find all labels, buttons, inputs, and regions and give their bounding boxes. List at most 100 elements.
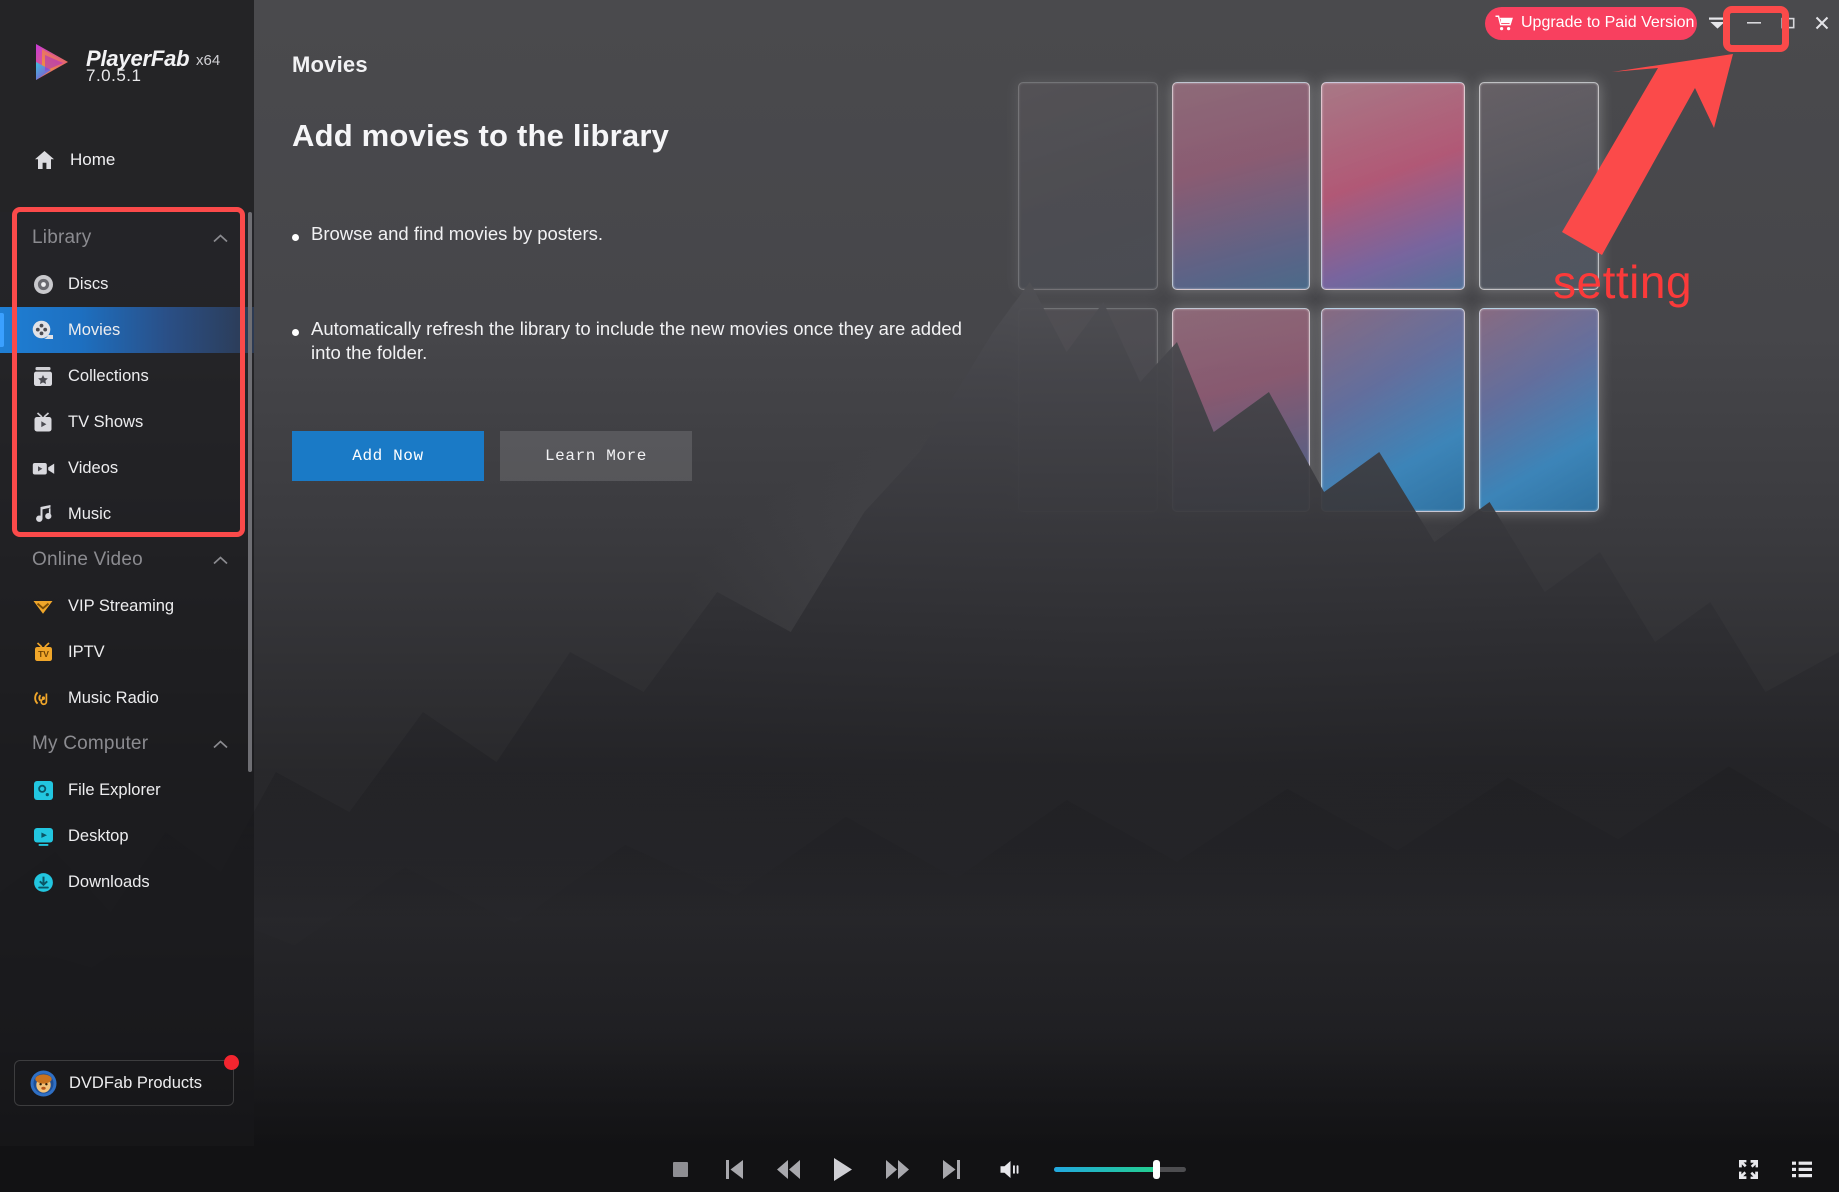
sidebar-item-videos-label: Videos (68, 458, 119, 477)
sidebar-item-iptv[interactable]: TV IPTV (0, 629, 254, 675)
sidebar-item-discs-label: Discs (68, 274, 109, 293)
sidebar-item-music-radio[interactable]: Music Radio (0, 675, 254, 721)
file-explorer-icon (26, 780, 60, 801)
sidebar-item-movies-label: Movies (68, 320, 121, 339)
sidebar-item-home-label: Home (70, 150, 116, 169)
rewind-button[interactable] (762, 1146, 816, 1192)
upgrade-to-paid-version-button[interactable]: Upgrade to Paid Version (1485, 6, 1697, 40)
fullscreen-button[interactable] (1721, 1146, 1775, 1192)
sidebar-group-online-video-header[interactable]: Online Video (0, 537, 254, 583)
learn-more-button[interactable]: Learn More (500, 431, 692, 481)
sidebar: PlayerFab x64 7.0.5.1 Home Library Discs… (0, 0, 254, 1146)
sidebar-item-tv-shows[interactable]: TV Shows (0, 399, 254, 445)
action-button-row: Add Now Learn More (292, 431, 692, 481)
list-item: Automatically refresh the library to inc… (292, 317, 972, 366)
tv-icon (26, 411, 60, 433)
sidebar-group-my-computer: My Computer File Explorer Desktop Downlo… (0, 721, 254, 905)
sidebar-item-music[interactable]: Music (0, 491, 254, 537)
sidebar-item-file-explorer-label: File Explorer (68, 780, 161, 799)
player-transport-controls (0, 1146, 1839, 1192)
chevron-up-icon[interactable] (213, 739, 228, 749)
sidebar-group-library-label: Library (32, 227, 92, 248)
settings-dropdown-button[interactable] (1697, 7, 1737, 39)
stop-button[interactable] (654, 1146, 708, 1192)
playlist-button[interactable] (1775, 1146, 1829, 1192)
fast-forward-button[interactable] (870, 1146, 924, 1192)
sidebar-item-file-explorer[interactable]: File Explorer (0, 767, 254, 813)
volume-slider-handle[interactable] (1153, 1159, 1161, 1179)
list-item: Browse and find movies by posters. (292, 222, 972, 247)
playerfab-play-logo-icon (33, 42, 73, 84)
collections-icon (26, 366, 60, 387)
maximize-button[interactable] (1771, 7, 1805, 39)
page-tab-label: Movies (292, 52, 368, 77)
add-now-button[interactable]: Add Now (292, 431, 484, 481)
sidebar-item-vip-streaming[interactable]: VIP Streaming (0, 583, 254, 629)
sidebar-item-vip-streaming-label: VIP Streaming (68, 596, 175, 615)
sidebar-item-downloads-label: Downloads (68, 872, 150, 891)
chevron-up-icon[interactable] (213, 233, 228, 243)
brand-architecture: x64 (196, 52, 221, 69)
sidebar-item-desktop-label: Desktop (68, 826, 129, 845)
notification-badge-dot (224, 1055, 239, 1070)
minimize-button[interactable] (1737, 7, 1771, 39)
dvdfab-products-button[interactable]: DVDFab Products (14, 1055, 239, 1106)
sidebar-item-videos[interactable]: Videos (0, 445, 254, 491)
sidebar-item-home[interactable]: Home (0, 131, 254, 189)
sidebar-item-downloads[interactable]: Downloads (0, 859, 254, 905)
sidebar-item-movies[interactable]: Movies (0, 307, 254, 353)
sidebar-item-music-radio-label: Music Radio (68, 688, 159, 707)
sidebar-group-online-video-label: Online Video (32, 549, 143, 570)
chevron-up-icon[interactable] (213, 555, 228, 565)
sidebar-group-my-computer-header[interactable]: My Computer (0, 721, 254, 767)
volume-slider[interactable] (1053, 1159, 1186, 1179)
video-camera-icon (26, 460, 60, 477)
sidebar-item-collections[interactable]: Collections (0, 353, 254, 399)
player-control-bar (0, 1146, 1839, 1192)
sidebar-group-online-video: Online Video VIP Streaming TV IPTV Music… (0, 537, 254, 721)
sidebar-group-library: Library Discs Movies Collections TV Show… (0, 215, 254, 537)
close-button[interactable] (1805, 7, 1839, 39)
sidebar-item-discs[interactable]: Discs (0, 261, 254, 307)
sidebar-item-iptv-label: IPTV (68, 642, 105, 661)
playerfab-window: PlayerFab x64 7.0.5.1 Home Library Discs… (0, 0, 1839, 1192)
bullet-text: Automatically refresh the library to inc… (311, 317, 962, 364)
sidebar-group-library-header[interactable]: Library (0, 215, 254, 261)
bullet-dot-icon (292, 234, 299, 241)
sidebar-item-music-label: Music (68, 504, 112, 523)
brand-version: 7.0.5.1 (86, 66, 142, 85)
sidebar-item-collections-label: Collections (68, 366, 149, 385)
feature-bullet-list: Browse and find movies by posters. Autom… (292, 222, 972, 436)
film-reel-icon (26, 320, 60, 341)
dvdfab-mascot-icon (27, 1070, 59, 1097)
dvdfab-products-label: DVDFab Products (69, 1073, 202, 1092)
sidebar-group-my-computer-label: My Computer (32, 733, 149, 754)
previous-track-button[interactable] (708, 1146, 762, 1192)
brand-header: PlayerFab x64 7.0.5.1 (0, 0, 254, 112)
bullet-text: Browse and find movies by posters. (311, 223, 604, 244)
player-right-controls (1721, 1146, 1829, 1192)
music-radio-icon (26, 687, 60, 709)
home-icon (26, 150, 62, 170)
svg-text:TV: TV (38, 649, 49, 659)
bullet-dot-icon (292, 328, 299, 336)
page-title: Add movies to the library (292, 118, 670, 153)
volume-slider-fill (1053, 1166, 1157, 1172)
vip-diamond-icon (26, 597, 60, 615)
iptv-icon: TV (26, 641, 60, 663)
window-titlebar-controls: Upgrade to Paid Version (1485, 0, 1839, 46)
volume-control (984, 1146, 1186, 1192)
sidebar-item-tv-shows-label: TV Shows (68, 412, 144, 431)
music-note-icon (26, 504, 60, 525)
downloads-icon (26, 872, 60, 893)
sidebar-item-desktop[interactable]: Desktop (0, 813, 254, 859)
main-content: Movies Add movies to the library Browse … (254, 0, 1839, 1146)
volume-button[interactable] (984, 1146, 1038, 1192)
desktop-icon (26, 826, 60, 847)
play-button[interactable] (816, 1146, 870, 1192)
shopping-cart-icon (1495, 15, 1513, 31)
sidebar-scrollbar[interactable] (248, 212, 252, 772)
next-track-button[interactable] (924, 1146, 978, 1192)
disc-icon (26, 274, 60, 295)
upgrade-to-paid-version-label: Upgrade to Paid Version (1521, 14, 1695, 31)
